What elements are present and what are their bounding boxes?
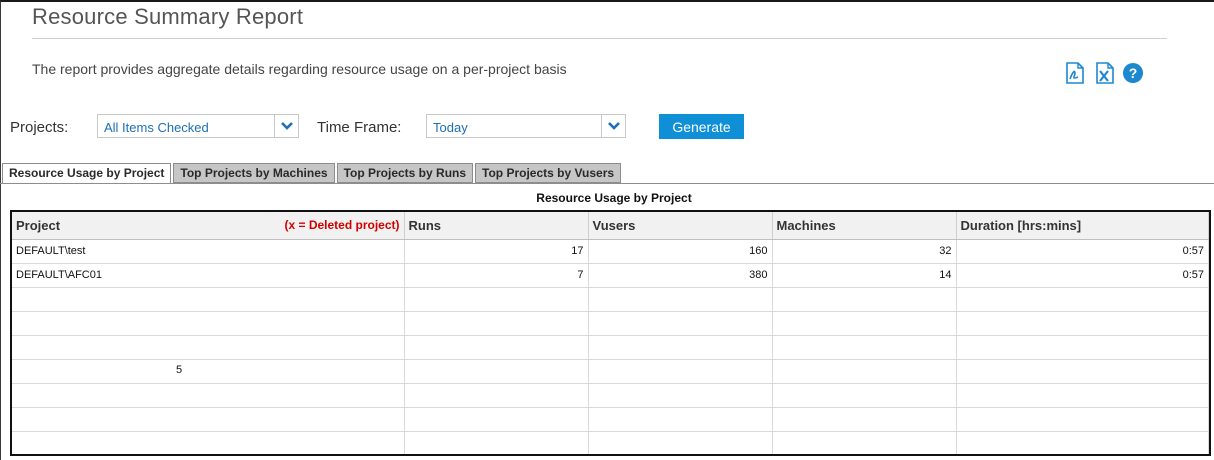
cell-runs: 7	[404, 263, 589, 288]
help-icon[interactable]: ?	[1122, 62, 1144, 84]
empty-row	[12, 383, 1209, 408]
column-header-runs[interactable]: Runs	[404, 212, 589, 240]
cell-runs: 17	[404, 239, 589, 264]
svg-text:?: ?	[1129, 65, 1138, 81]
projects-select-value: All Items Checked	[104, 120, 209, 135]
cell-project: DEFAULT\AFC01	[12, 263, 405, 288]
cell-vusers: 160	[588, 239, 773, 264]
timeframe-label: Time Frame:	[317, 119, 402, 136]
tab-top-projects-by-vusers[interactable]: Top Projects by Vusers	[475, 163, 622, 183]
column-header-project[interactable]: Project (x = Deleted project)	[12, 212, 405, 240]
tab-resource-usage-by-project[interactable]: Resource Usage by Project	[2, 163, 172, 184]
projects-label: Projects:	[10, 119, 69, 136]
tab-top-projects-by-runs[interactable]: Top Projects by Runs	[336, 163, 474, 183]
table-header-row: Project (x = Deleted project) Runs Vuser…	[12, 212, 1209, 240]
empty-row	[12, 311, 1209, 336]
table-row[interactable]: DEFAULT\AFC01 7 380 14 0:57	[12, 263, 1209, 288]
tabs-divider	[0, 183, 1214, 184]
stray-text: 5	[176, 364, 183, 376]
cell-project: DEFAULT\test	[12, 239, 405, 264]
projects-select[interactable]: All Items Checked	[97, 114, 299, 138]
generate-button[interactable]: Generate	[659, 114, 744, 139]
empty-row	[12, 431, 1209, 454]
chevron-down-icon[interactable]	[601, 115, 625, 137]
excel-export-icon[interactable]	[1094, 62, 1116, 84]
cell-machines: 32	[772, 239, 957, 264]
column-header-project-label: Project	[16, 217, 61, 233]
timeframe-select-value: Today	[433, 120, 468, 135]
table-row[interactable]: DEFAULT\test 17 160 32 0:57	[12, 239, 1209, 264]
chevron-down-icon[interactable]	[274, 115, 298, 137]
column-header-machines[interactable]: Machines	[772, 212, 957, 240]
pdf-export-icon[interactable]	[1064, 62, 1086, 84]
cell-duration: 0:57	[956, 239, 1209, 264]
column-header-vusers[interactable]: Vusers	[588, 212, 773, 240]
report-tabs: Resource Usage by Project Top Projects b…	[2, 163, 623, 184]
grid-title: Resource Usage by Project	[536, 191, 692, 205]
report-description: The report provides aggregate details re…	[32, 61, 567, 77]
deleted-project-note: (x = Deleted project)	[284, 218, 400, 232]
resource-usage-table: Project (x = Deleted project) Runs Vuser…	[12, 212, 1209, 454]
cell-vusers: 380	[588, 263, 773, 288]
cell-duration: 0:57	[956, 263, 1209, 288]
empty-row	[12, 335, 1209, 360]
page-title: Resource Summary Report	[32, 4, 304, 29]
empty-row	[12, 359, 1209, 384]
empty-row	[12, 287, 1209, 312]
timeframe-select[interactable]: Today	[426, 114, 626, 138]
tab-top-projects-by-machines[interactable]: Top Projects by Machines	[173, 163, 335, 183]
empty-row	[12, 407, 1209, 432]
cell-machines: 14	[772, 263, 957, 288]
column-header-duration[interactable]: Duration [hrs:mins]	[956, 212, 1209, 240]
title-divider	[32, 38, 1167, 39]
resource-usage-grid: Project (x = Deleted project) Runs Vuser…	[10, 210, 1211, 456]
